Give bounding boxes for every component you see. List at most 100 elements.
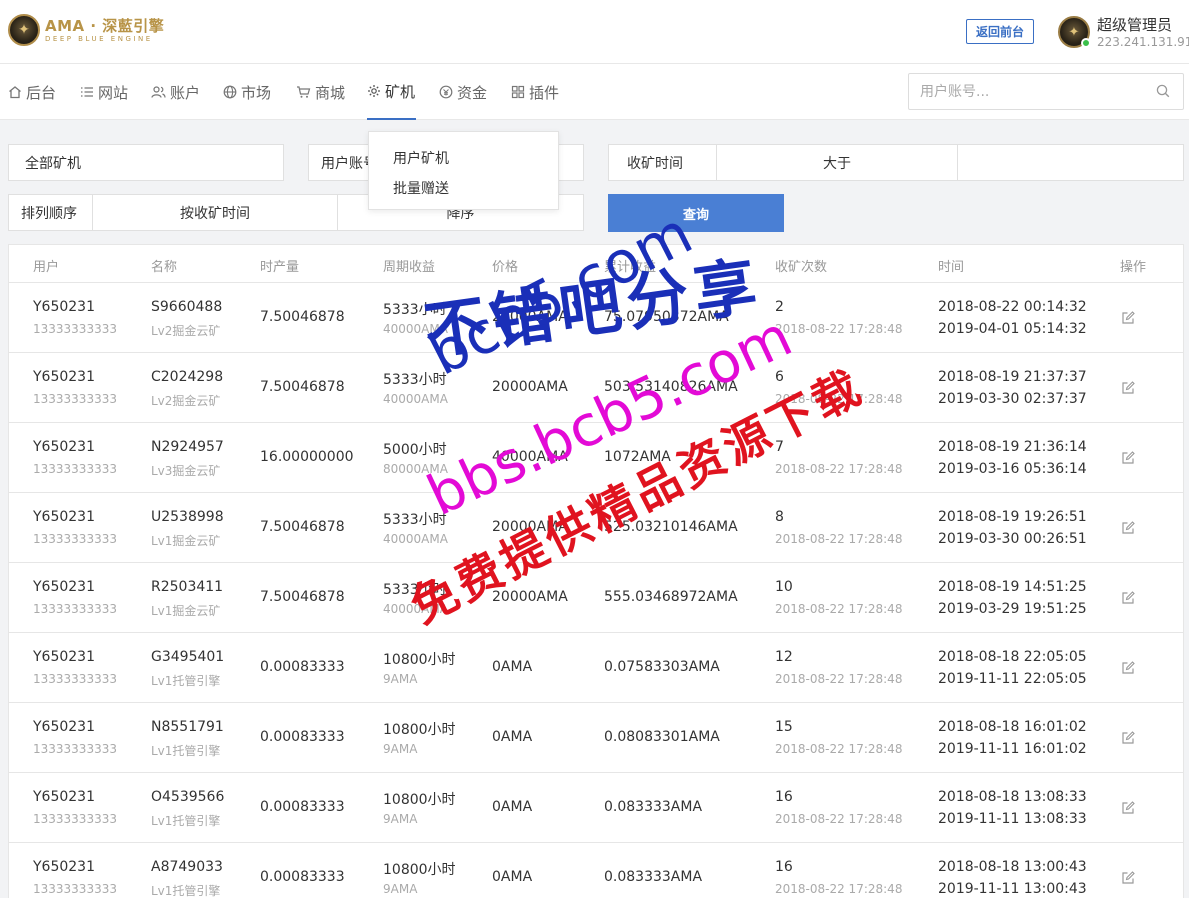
harvest-time-filter: 收矿时间 大于 — [608, 144, 1184, 181]
cell-count: 7 — [775, 439, 784, 455]
search-icon[interactable] — [1156, 84, 1170, 98]
edit-icon[interactable] — [1121, 731, 1135, 745]
main-nav: 后台 网站 账户 市场 商城 矿机 资金 插件 — [0, 64, 1189, 120]
logo-subtitle: DEEP BLUE ENGINE — [45, 34, 153, 43]
nav-item-mall[interactable]: 商城 — [296, 64, 345, 120]
cell-cycle-sub: 40000AMA — [383, 602, 448, 616]
cell-user: Y650231 — [33, 859, 95, 875]
edit-icon[interactable] — [1121, 871, 1135, 885]
cell-level: Lv2掘金云矿 — [151, 324, 221, 338]
site-logo[interactable]: ✦ AMA · 深藍引擎 DEEP BLUE ENGINE — [8, 14, 164, 46]
nav-item-backend[interactable]: 后台 — [8, 64, 56, 120]
list-icon — [81, 87, 93, 97]
nav-item-market[interactable]: 市场 — [223, 64, 271, 120]
cell-cycle-sub: 9AMA — [383, 672, 418, 686]
cell-level: Lv1托管引擎 — [151, 744, 221, 758]
nav-item-funds[interactable]: 资金 — [439, 64, 487, 120]
cell-count: 10 — [775, 579, 793, 595]
users-icon — [151, 86, 166, 98]
cell-level: Lv1托管引擎 — [151, 814, 221, 828]
column-header: 周期收益 — [383, 260, 436, 275]
cell-phone: 13333333333 — [33, 882, 117, 896]
user-search-input[interactable] — [909, 74, 1139, 109]
cell-rate: 7.50046878 — [260, 309, 345, 325]
miner-type-select[interactable]: 全部矿机 — [8, 144, 284, 181]
cell-cycle-sub: 40000AMA — [383, 532, 448, 546]
table-row: Y650231 13333333333 C2024298 Lv2掘金云矿 7.50046… — [9, 353, 1183, 423]
dropdown-item-user-miners[interactable]: 用户矿机 — [393, 148, 449, 168]
cell-rate: 0.00083333 — [260, 659, 345, 675]
cell-start-time: 2018-08-18 22:05:05 — [938, 649, 1087, 665]
sort-field-select[interactable]: 按收矿时间 — [93, 195, 338, 230]
cell-user: Y650231 — [33, 299, 95, 315]
dropdown-item-batch-gift[interactable]: 批量赠送 — [393, 178, 449, 198]
cell-count: 16 — [775, 789, 793, 805]
cell-code: S9660488 — [151, 299, 223, 315]
cell-cycle-sub: 40000AMA — [383, 322, 448, 336]
nav-item-plugins[interactable]: 插件 — [511, 64, 559, 120]
harvest-time-label: 收矿时间 — [609, 145, 717, 180]
sort-label: 排列顺序 — [9, 195, 93, 230]
cell-count-time: 2018-08-22 17:28:48 — [775, 462, 903, 476]
cell-cycle: 5000小时 — [383, 442, 447, 458]
cell-count: 8 — [775, 509, 784, 525]
cell-total: 555.03468972AMA — [604, 589, 738, 605]
harvest-time-input[interactable] — [958, 145, 1183, 180]
cell-end-time: 2019-11-11 16:01:02 — [938, 741, 1087, 757]
cell-total: 0.07583303AMA — [604, 659, 720, 675]
nav-label: 插件 — [529, 83, 560, 102]
table-row: Y650231 13333333333 N2924957 Lv3掘金云矿 16.0000… — [9, 423, 1183, 493]
column-header: 时间 — [938, 260, 965, 275]
table-row: Y650231 13333333333 N8551791 Lv1托管引擎 0.00083… — [9, 703, 1183, 773]
column-header: 收矿次数 — [775, 260, 828, 275]
cell-rate: 0.00083333 — [260, 869, 345, 885]
cell-price: 40000AMA — [492, 449, 568, 465]
user-name[interactable]: 超级管理员 — [1097, 14, 1172, 35]
edit-icon[interactable] — [1121, 591, 1135, 605]
table-header: 用户 名称 时产量 周期收益 价格 累计收益 收矿次数 时间 操作 — [9, 245, 1183, 283]
cell-rate: 7.50046878 — [260, 379, 345, 395]
query-button[interactable]: 查询 — [608, 194, 784, 232]
table-row: Y650231 13333333333 G3495401 Lv1托管引擎 0.00083… — [9, 633, 1183, 703]
top-header: ✦ AMA · 深藍引擎 DEEP BLUE ENGINE 返回前台 ✦ 超级管… — [0, 0, 1189, 64]
cell-count-time: 2018-08-22 17:28:48 — [775, 672, 903, 686]
edit-icon[interactable] — [1121, 801, 1135, 815]
cell-total: 0.083333AMA — [604, 869, 703, 885]
edit-icon[interactable] — [1121, 451, 1135, 465]
nav-item-website[interactable]: 网站 — [80, 64, 128, 120]
back-to-frontend-button[interactable]: 返回前台 — [966, 19, 1034, 44]
cell-level: Lv1托管引擎 — [151, 884, 221, 898]
cell-count-time: 2018-08-22 17:28:48 — [775, 392, 903, 406]
cell-total: 0.08083301AMA — [604, 729, 720, 745]
cell-count: 2 — [775, 299, 784, 315]
cell-level: Lv1托管引擎 — [151, 674, 221, 688]
cell-code: R2503411 — [151, 579, 224, 595]
cell-count: 6 — [775, 369, 784, 385]
cell-user: Y650231 — [33, 649, 95, 665]
miners-table: 用户 名称 时产量 周期收益 价格 累计收益 收矿次数 时间 操作 Y65023… — [8, 244, 1184, 898]
globe-icon — [223, 85, 237, 99]
nav-item-accounts[interactable]: 账户 — [151, 64, 200, 120]
cell-rate: 0.00083333 — [260, 729, 345, 745]
cell-price: 0AMA — [492, 799, 533, 815]
edit-icon[interactable] — [1121, 381, 1135, 395]
cell-end-time: 2019-04-01 05:14:32 — [938, 321, 1087, 337]
cell-code: A8749033 — [151, 859, 223, 875]
cell-user: Y650231 — [33, 369, 95, 385]
cell-total: 75.07950372AMA — [604, 309, 729, 325]
cell-level: Lv1掘金云矿 — [151, 534, 221, 548]
cell-rate: 16.00000000 — [260, 449, 354, 465]
edit-icon[interactable] — [1121, 661, 1135, 675]
edit-icon[interactable] — [1121, 521, 1135, 535]
nav-item-miners[interactable]: 矿机 — [367, 64, 416, 120]
cell-phone: 13333333333 — [33, 392, 117, 406]
gear-icon — [368, 85, 380, 97]
edit-icon[interactable] — [1121, 311, 1135, 325]
cell-user: Y650231 — [33, 439, 95, 455]
cell-start-time: 2018-08-18 13:08:33 — [938, 789, 1087, 805]
cell-count-time: 2018-08-22 17:28:48 — [775, 742, 903, 756]
cell-end-time: 2019-11-11 22:05:05 — [938, 671, 1087, 687]
nav-label: 矿机 — [385, 82, 416, 101]
cell-code: G3495401 — [151, 649, 225, 665]
compare-select[interactable]: 大于 — [717, 145, 958, 180]
